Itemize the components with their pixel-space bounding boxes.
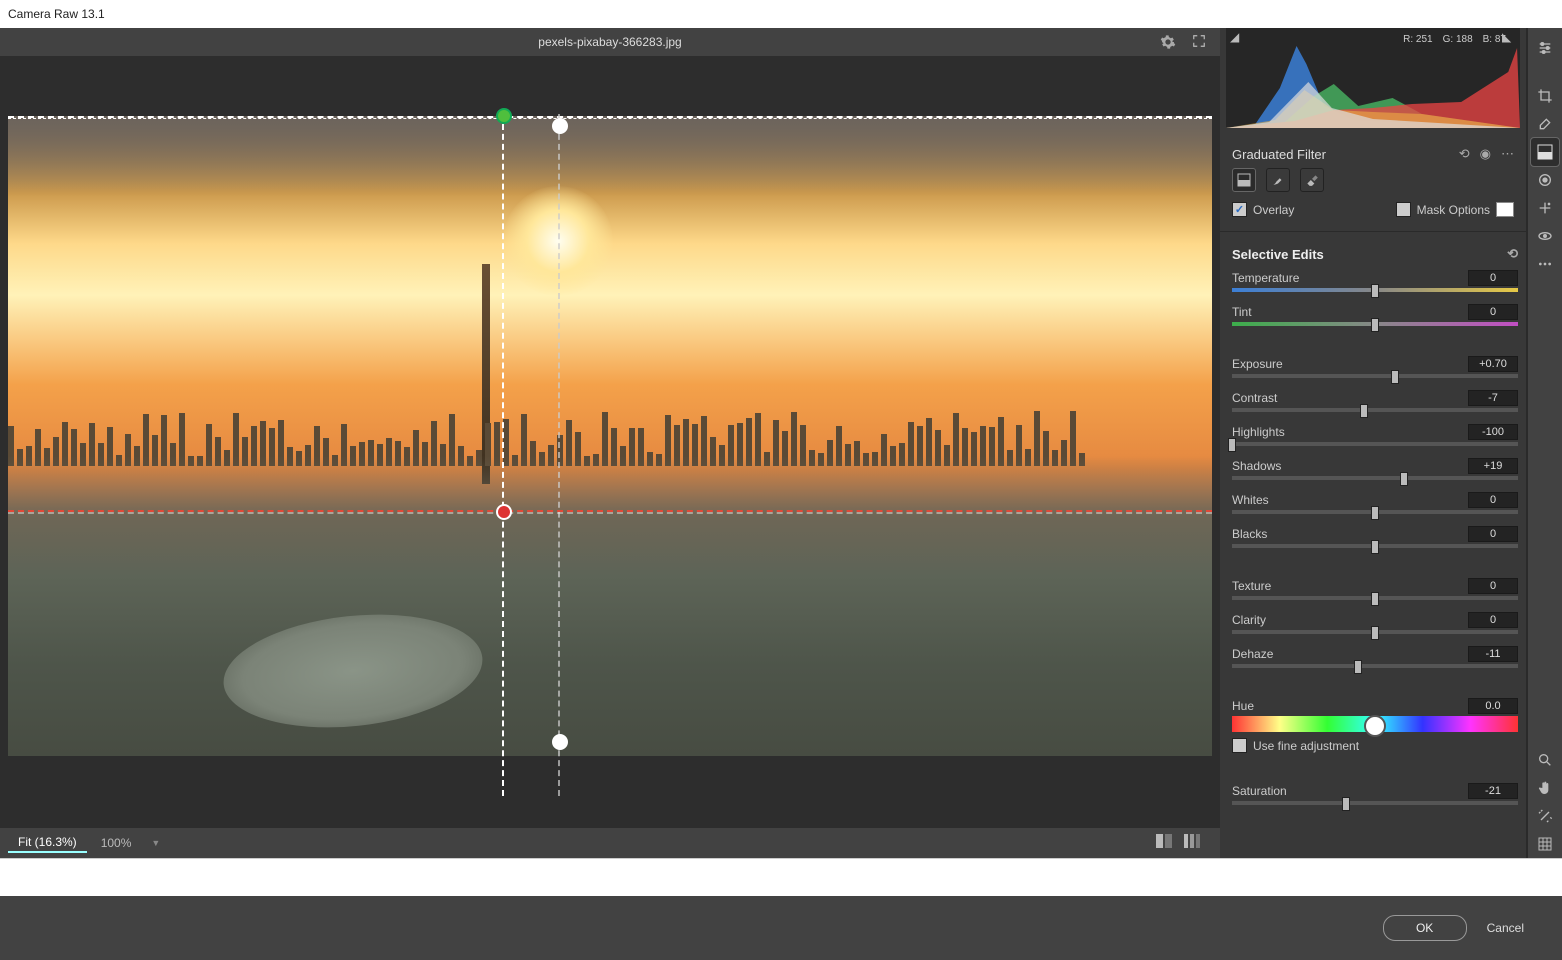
filter-pin-angle[interactable] <box>552 118 568 134</box>
slider-label: Tint <box>1232 305 1252 319</box>
slider-saturation[interactable]: Saturation <box>1232 783 1518 805</box>
filter-pin-bottom[interactable] <box>552 734 568 750</box>
filter-secondary-line[interactable] <box>558 114 560 796</box>
slider-highlights[interactable]: Highlights <box>1232 424 1518 446</box>
settings-icon[interactable] <box>1160 34 1176 53</box>
slider-value-input[interactable] <box>1468 783 1518 799</box>
image-preview[interactable] <box>0 56 1220 828</box>
hist-g: G: 188 <box>1443 34 1473 45</box>
slider-hue[interactable]: Hue Use fine adjustment <box>1232 698 1518 753</box>
fullscreen-icon[interactable] <box>1192 34 1206 51</box>
slider-value-input[interactable] <box>1468 458 1518 474</box>
slider-value-input[interactable] <box>1468 390 1518 406</box>
compare-side-icon[interactable] <box>1156 834 1172 851</box>
more-icon[interactable]: ⋯ <box>1501 146 1514 162</box>
slider-value-input[interactable] <box>1468 356 1518 372</box>
compare-split-icon[interactable] <box>1184 834 1200 851</box>
tool-eraser[interactable] <box>1300 168 1324 192</box>
slider-clarity[interactable]: Clarity <box>1232 612 1518 634</box>
sampler-icon[interactable] <box>1531 802 1559 830</box>
slider-blacks[interactable]: Blacks <box>1232 526 1518 548</box>
window-title: Camera Raw 13.1 <box>0 0 1562 28</box>
crop-icon[interactable] <box>1531 82 1559 110</box>
slider-temperature[interactable]: Temperature <box>1232 270 1518 292</box>
heal-icon[interactable] <box>1531 110 1559 138</box>
more-options-icon[interactable] <box>1531 250 1559 278</box>
highlight-clip-icon[interactable]: ◣ <box>1502 30 1516 44</box>
zoom-fit[interactable]: Fit (16.3%) <box>8 833 87 853</box>
slider-value-input[interactable] <box>1468 492 1518 508</box>
filename-label: pexels-pixabay-366283.jpg <box>538 35 681 49</box>
grid-icon[interactable] <box>1531 830 1559 858</box>
use-fine-checkbox[interactable]: Use fine adjustment <box>1232 738 1518 753</box>
slider-label: Dehaze <box>1232 647 1273 661</box>
ok-button[interactable]: OK <box>1383 915 1467 941</box>
cancel-button[interactable]: Cancel <box>1479 917 1532 939</box>
filter-pin-start[interactable] <box>496 108 512 124</box>
slider-label: Blacks <box>1232 527 1267 541</box>
shadow-clip-icon[interactable]: ◢ <box>1230 30 1244 44</box>
slider-dehaze[interactable]: Dehaze <box>1232 646 1518 668</box>
slider-label: Whites <box>1232 493 1269 507</box>
filter-pin-end[interactable] <box>496 504 512 520</box>
histogram[interactable]: R: 251 G: 188 B: 87 ◢ ◣ <box>1226 28 1520 128</box>
slider-value-input[interactable] <box>1468 612 1518 628</box>
slider-label: Temperature <box>1232 271 1299 285</box>
slider-label: Highlights <box>1232 425 1285 439</box>
slider-label: Shadows <box>1232 459 1281 473</box>
crop-top-edge[interactable] <box>8 116 1212 119</box>
zoom-dropdown-icon[interactable]: ▼ <box>151 838 160 848</box>
slider-contrast[interactable]: Contrast <box>1232 390 1518 412</box>
slider-label: Exposure <box>1232 357 1283 371</box>
redeye-icon[interactable] <box>1531 222 1559 250</box>
selective-reset-icon[interactable]: ⟲ <box>1507 246 1518 262</box>
slider-value-input[interactable] <box>1468 424 1518 440</box>
tool-brush[interactable] <box>1266 168 1290 192</box>
hand-tool-icon[interactable] <box>1531 774 1559 802</box>
linear-icon[interactable] <box>1531 138 1559 166</box>
selective-edits-title: Selective Edits <box>1232 247 1324 262</box>
radial-icon[interactable] <box>1531 166 1559 194</box>
slider-value-input[interactable] <box>1468 304 1518 320</box>
zoom-100[interactable]: 100% <box>91 834 142 852</box>
slider-exposure[interactable]: Exposure <box>1232 356 1518 378</box>
mask-options-checkbox[interactable]: Mask Options <box>1396 202 1514 217</box>
slider-value-input[interactable] <box>1468 698 1518 714</box>
add-icon[interactable] <box>1531 194 1559 222</box>
edit-icon[interactable] <box>1531 34 1559 62</box>
slider-value-input[interactable] <box>1468 270 1518 286</box>
slider-shadows[interactable]: Shadows <box>1232 458 1518 480</box>
slider-value-input[interactable] <box>1468 646 1518 662</box>
tool-new-filter[interactable] <box>1232 168 1256 192</box>
slider-tint[interactable]: Tint <box>1232 304 1518 326</box>
slider-label: Contrast <box>1232 391 1277 405</box>
slider-label: Clarity <box>1232 613 1266 627</box>
hist-r: R: 251 <box>1403 34 1432 45</box>
slider-label: Hue <box>1232 699 1254 713</box>
slider-label: Saturation <box>1232 784 1287 798</box>
slider-value-input[interactable] <box>1468 578 1518 594</box>
overlay-checkbox[interactable]: Overlay <box>1232 202 1294 217</box>
slider-value-input[interactable] <box>1468 526 1518 542</box>
reset-icon[interactable]: ⟲ <box>1459 146 1470 162</box>
filter-center-line[interactable] <box>502 114 504 796</box>
slider-label: Texture <box>1232 579 1271 593</box>
visibility-icon[interactable]: ◉ <box>1480 146 1491 162</box>
panel-title: Graduated Filter <box>1232 147 1326 162</box>
slider-texture[interactable]: Texture <box>1232 578 1518 600</box>
zoom-tool-icon[interactable] <box>1531 746 1559 774</box>
slider-whites[interactable]: Whites <box>1232 492 1518 514</box>
